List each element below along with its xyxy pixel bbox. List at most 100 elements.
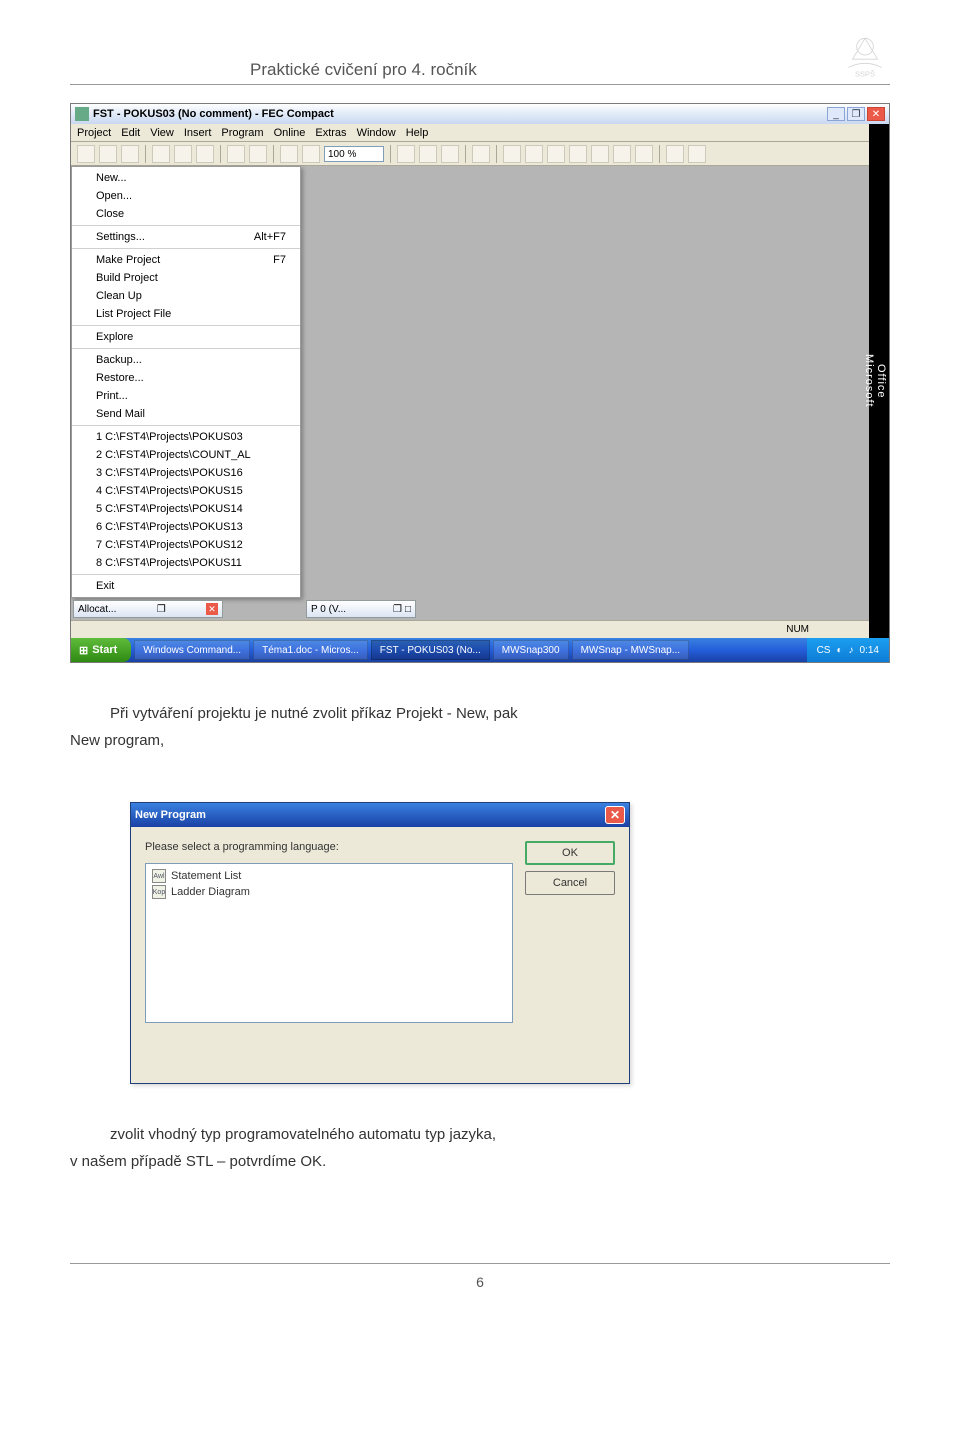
dialog-close-button[interactable]: ✕: [605, 806, 625, 824]
separator: [496, 145, 497, 163]
menu-item-exit[interactable]: Exit: [72, 577, 300, 595]
separator: [220, 145, 221, 163]
menu-view[interactable]: View: [150, 127, 174, 139]
tool-icon[interactable]: [302, 145, 320, 163]
menu-item-backup[interactable]: Backup...: [72, 351, 300, 369]
list-item[interactable]: Awl Statement List: [150, 868, 508, 884]
project-menu-dropdown: New... Open... Close Settings...Alt+F7 M…: [71, 166, 301, 598]
pane-allocation[interactable]: Allocat... ❐ ✕: [73, 600, 223, 618]
close-button[interactable]: ✕: [867, 107, 885, 121]
tool-icon[interactable]: [441, 145, 459, 163]
separator: [273, 145, 274, 163]
text: New program,: [70, 732, 164, 749]
tool-icon[interactable]: [688, 145, 706, 163]
menu-item-open[interactable]: Open...: [72, 187, 300, 205]
tool-icon[interactable]: [77, 145, 95, 163]
text: v našem případě STL – potvrdíme OK.: [70, 1153, 326, 1170]
dialog-prompt: Please select a programming language:: [145, 841, 513, 853]
figure-dialog: New Program ✕ Please select a programmin…: [70, 802, 890, 1084]
tool-icon[interactable]: [419, 145, 437, 163]
taskbar-item[interactable]: Windows Command...: [134, 640, 250, 660]
tool-icon[interactable]: [547, 145, 565, 163]
menu-item-listprojectfile[interactable]: List Project File: [72, 305, 300, 323]
cancel-button[interactable]: Cancel: [525, 871, 615, 895]
menu-item-settings[interactable]: Settings...Alt+F7: [72, 228, 300, 246]
list-item[interactable]: Kop Ladder Diagram: [150, 884, 508, 900]
pane-restore-icon[interactable]: ❐: [157, 604, 166, 615]
tool-icon[interactable]: [99, 145, 117, 163]
paragraph-2: zvolit vhodný typ programovatelného auto…: [70, 1124, 890, 1173]
taskbar-item[interactable]: Téma1.doc - Micros...: [253, 640, 368, 660]
menu-item-cleanup[interactable]: Clean Up: [72, 287, 300, 305]
pane-label: Allocat...: [78, 604, 116, 615]
tool-icon[interactable]: [472, 145, 490, 163]
menu-item-build[interactable]: Build Project: [72, 269, 300, 287]
zoom-combo[interactable]: 100 %: [324, 146, 384, 162]
minimize-button[interactable]: _: [827, 107, 845, 121]
menu-item-recent2[interactable]: 2 C:\FST4\Projects\COUNT_AL: [72, 446, 300, 464]
tool-icon[interactable]: [569, 145, 587, 163]
tray-icon[interactable]: ♪: [849, 645, 854, 656]
tool-icon[interactable]: [613, 145, 631, 163]
menu-item-close[interactable]: Close: [72, 205, 300, 223]
tool-icon[interactable]: [280, 145, 298, 163]
tool-icon[interactable]: [227, 145, 245, 163]
menu-item-recent5[interactable]: 5 C:\FST4\Projects\POKUS14: [72, 500, 300, 518]
menu-item-make[interactable]: Make ProjectF7: [72, 251, 300, 269]
pane-program[interactable]: P 0 (V... ❐ □: [306, 600, 416, 618]
pane-restore-icon[interactable]: ❐: [393, 604, 402, 615]
pane-max-icon[interactable]: □: [405, 604, 411, 615]
start-button[interactable]: ⊞ Start: [71, 638, 131, 662]
window-title: FST - POKUS03 (No comment) - FEC Compact: [93, 108, 334, 120]
text: Při vytváření projektu je nutné zvolit p…: [110, 705, 518, 722]
tool-icon[interactable]: [666, 145, 684, 163]
menu-item-new[interactable]: New...: [72, 169, 300, 187]
tool-icon[interactable]: [121, 145, 139, 163]
menu-item-recent7[interactable]: 7 C:\FST4\Projects\POKUS12: [72, 536, 300, 554]
separator: [659, 145, 660, 163]
taskbar-item[interactable]: MWSnap - MWSnap...: [572, 640, 689, 660]
tool-icon[interactable]: [174, 145, 192, 163]
tool-icon[interactable]: [196, 145, 214, 163]
menu-edit[interactable]: Edit: [121, 127, 140, 139]
office-sidebar[interactable]: Office Microsoft: [869, 124, 889, 638]
menu-item-explore[interactable]: Explore: [72, 328, 300, 346]
menu-window[interactable]: Window: [357, 127, 396, 139]
restore-button[interactable]: ❐: [847, 107, 865, 121]
tool-icon[interactable]: [152, 145, 170, 163]
ok-button[interactable]: OK: [525, 841, 615, 865]
ide-titlebar: FST - POKUS03 (No comment) - FEC Compact…: [71, 104, 889, 124]
tool-icon[interactable]: [591, 145, 609, 163]
menu-item-print[interactable]: Print...: [72, 387, 300, 405]
menu-extras[interactable]: Extras: [315, 127, 346, 139]
menu-item-restore[interactable]: Restore...: [72, 369, 300, 387]
tool-icon[interactable]: [249, 145, 267, 163]
menu-insert[interactable]: Insert: [184, 127, 212, 139]
tool-icon[interactable]: [635, 145, 653, 163]
microsoft-label: Microsoft: [863, 130, 875, 632]
menu-item-recent1[interactable]: 1 C:\FST4\Projects\POKUS03: [72, 428, 300, 446]
start-label: Start: [92, 644, 117, 656]
menu-project[interactable]: Project: [77, 127, 111, 139]
system-tray[interactable]: CS ◐ ♪ 0:14: [807, 638, 889, 662]
pane-close-icon[interactable]: ✕: [206, 603, 218, 615]
menu-item-recent4[interactable]: 4 C:\FST4\Projects\POKUS15: [72, 482, 300, 500]
header-title: Praktické cvičení pro 4. ročník: [250, 60, 477, 80]
tool-icon[interactable]: [525, 145, 543, 163]
menu-item-recent6[interactable]: 6 C:\FST4\Projects\POKUS13: [72, 518, 300, 536]
tool-icon[interactable]: [397, 145, 415, 163]
tool-icon[interactable]: [503, 145, 521, 163]
menu-item-recent3[interactable]: 3 C:\FST4\Projects\POKUS16: [72, 464, 300, 482]
menu-online[interactable]: Online: [274, 127, 306, 139]
menu-item-sendmail[interactable]: Send Mail: [72, 405, 300, 423]
menu-program[interactable]: Program: [221, 127, 263, 139]
language-list[interactable]: Awl Statement List Kop Ladder Diagram: [145, 863, 513, 1023]
stl-icon: Awl: [152, 869, 166, 883]
taskbar-item[interactable]: MWSnap300: [493, 640, 569, 660]
menu-item-recent8[interactable]: 8 C:\FST4\Projects\POKUS11: [72, 554, 300, 572]
taskbar-item-active[interactable]: FST - POKUS03 (No...: [371, 640, 490, 660]
dialog-title: New Program: [135, 809, 206, 821]
lang-indicator[interactable]: CS: [817, 645, 831, 656]
tray-icon[interactable]: ◐: [836, 645, 842, 656]
menu-help[interactable]: Help: [406, 127, 429, 139]
